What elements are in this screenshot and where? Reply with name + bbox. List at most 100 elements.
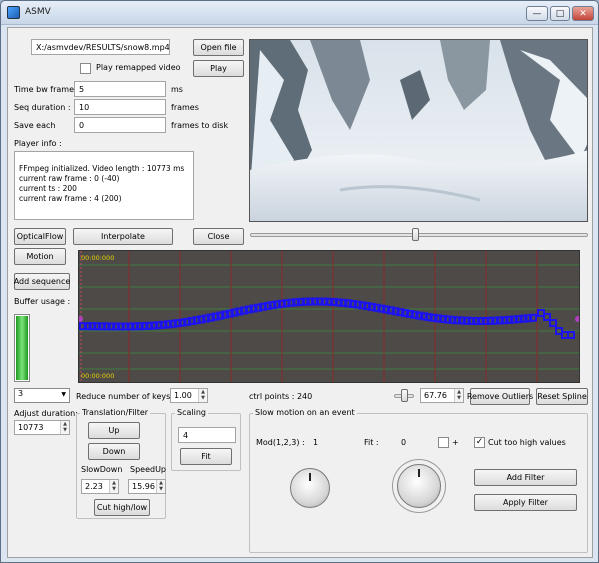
close-icon: ✕ (579, 8, 587, 19)
seq-duration-label: Seq duration : (14, 103, 71, 112)
slowdown-spinbox[interactable]: 2.23 ▲ ▼ (81, 479, 119, 494)
timeline-end-label: 00:00:000 (81, 372, 115, 380)
speedup-value: 15.96 (132, 482, 155, 491)
save-each-unit: frames to disk (171, 121, 229, 130)
video-preview (249, 39, 588, 222)
mod-label: Mod(1,2,3) : (256, 438, 305, 447)
spin-arrows-icon[interactable]: ▲ ▼ (454, 389, 463, 402)
spin-arrows-icon[interactable]: ▲ ▼ (60, 421, 69, 434)
adjust-duration-value: 10773 (18, 423, 44, 432)
fit-dial[interactable] (397, 464, 441, 508)
time-bw-frame-input[interactable]: 5 (74, 81, 166, 97)
zoom-spinbox[interactable]: 67.76 ▲ ▼ (420, 388, 464, 403)
slowdown-label: SlowDown (81, 465, 123, 474)
reduce-keys-label: Reduce number of keys by (76, 392, 183, 401)
client-area: X:/asmvdev/RESULTS/snow8.mp4 Open file P… (7, 27, 593, 558)
app-icon (7, 6, 20, 19)
mod-value: 1 (313, 438, 319, 447)
dial-marker-icon (418, 469, 420, 477)
buffer-usage-fill (16, 316, 28, 380)
player-info-line: current raw frame : 0 (-40) (19, 174, 120, 183)
motion-button[interactable]: Motion (14, 248, 66, 265)
play-remapped-label: Play remapped video (96, 63, 181, 72)
timeline-start-handle (77, 316, 83, 322)
timeline-key-point (567, 331, 575, 339)
close-window-button[interactable]: ✕ (572, 6, 594, 21)
player-info-line: current raw frame : 4 (200) (19, 194, 122, 203)
mod-dial[interactable] (290, 468, 330, 508)
video-slider-track[interactable] (250, 233, 588, 237)
cut-high-low-button[interactable]: Cut high/low (94, 499, 150, 516)
timeline-key-point (529, 313, 537, 322)
translation-filter-title: Translation/Filter (80, 408, 151, 417)
player-info-line: FFmpeg initialized. Video length : 10773… (19, 164, 185, 173)
minimize-button[interactable]: — (526, 6, 548, 21)
buffer-usage-label: Buffer usage : (14, 297, 71, 306)
save-each-input[interactable]: 0 (74, 117, 166, 133)
player-info-line: current ts : 200 (19, 184, 77, 193)
play-button[interactable]: Play (193, 60, 244, 77)
player-info-label: Player info : (14, 139, 62, 148)
title-bar[interactable]: ASMV — □ ✕ (1, 1, 598, 25)
play-remapped-checkbox[interactable] (80, 63, 91, 74)
video-slider-thumb[interactable] (412, 228, 419, 241)
timeline-key-point (549, 319, 557, 327)
optical-flow-button[interactable]: OpticalFlow (14, 228, 66, 245)
spin-arrows-icon[interactable]: ▲ ▼ (198, 389, 207, 402)
snow-forest-image (250, 40, 587, 221)
add-filter-button[interactable]: Add Filter (474, 469, 577, 486)
remove-outliers-button[interactable]: Remove Outliers (467, 388, 533, 405)
ctrl-points-label: ctrl points : 240 (249, 392, 313, 401)
reset-spline-button[interactable]: Reset Spline (536, 388, 588, 405)
scaling-title: Scaling (175, 408, 208, 417)
maximize-button[interactable]: □ (550, 6, 570, 21)
zoom-slider-thumb[interactable] (401, 389, 408, 402)
timeline-canvas[interactable] (77, 251, 581, 382)
speedup-label: SpeedUp (130, 465, 167, 474)
minimize-icon: — (532, 8, 542, 19)
fit-label: Fit : (364, 438, 379, 447)
chevron-down-icon: ▼ (61, 391, 66, 398)
fit-value: 0 (401, 438, 407, 447)
open-file-button[interactable]: Open file (193, 39, 244, 56)
down-button[interactable]: Down (88, 443, 140, 460)
timeline-end-handle (575, 316, 581, 322)
dial-marker-icon (309, 473, 311, 481)
reduce-keys-spinbox[interactable]: 1.00 ▲ ▼ (170, 388, 208, 403)
time-bw-frame-unit: ms (171, 85, 183, 94)
player-info-box: FFmpeg initialized. Video length : 10773… (14, 151, 194, 220)
main-window: ASMV — □ ✕ X:/asmvdev/RESULTS/snow8.mp4 … (0, 0, 599, 563)
buffer-usage-bar (14, 314, 30, 382)
file-path-input[interactable]: X:/asmvdev/RESULTS/snow8.mp4 (31, 39, 170, 55)
window-title: ASMV (25, 7, 51, 17)
add-sequence-button[interactable]: Add sequence (14, 273, 70, 290)
close-button[interactable]: Close (193, 228, 244, 245)
plus-label: + (452, 438, 459, 447)
checkmark-icon: ✓ (475, 437, 484, 447)
seq-duration-input[interactable]: 10 (74, 99, 166, 115)
reduce-keys-value: 1.00 (174, 391, 192, 400)
save-each-label: Save each (14, 121, 56, 130)
maximize-icon: □ (555, 8, 565, 19)
spin-arrows-icon[interactable]: ▲ ▼ (109, 480, 118, 493)
slow-motion-title: Slow motion on an event (253, 408, 357, 417)
adjust-duration-spinbox[interactable]: 10773 ▲ ▼ (14, 420, 70, 435)
plus-checkbox[interactable] (438, 437, 449, 448)
fit-button[interactable]: Fit (180, 448, 232, 465)
apply-filter-button[interactable]: Apply Filter (474, 494, 577, 511)
timeline-start-label: 00:00:000 (81, 254, 115, 262)
cut-too-high-label: Cut too high values (488, 438, 566, 447)
cut-too-high-checkbox[interactable]: ✓ (474, 437, 485, 448)
scaling-input[interactable]: 4 (178, 427, 236, 443)
spin-arrows-icon[interactable]: ▲ ▼ (156, 480, 165, 493)
timeline-curve-editor[interactable]: 00:00:000 00:00:000 (77, 250, 581, 383)
slowdown-value: 2.23 (85, 482, 103, 491)
up-button[interactable]: Up (88, 422, 140, 439)
keys-combo[interactable]: 3 ▼ (14, 388, 70, 403)
adjust-duration-label: Adjust duration: (14, 409, 78, 418)
interpolate-button[interactable]: Interpolate (73, 228, 173, 245)
time-bw-frame-label: Time bw frame : (14, 85, 80, 94)
seq-duration-unit: frames (171, 103, 199, 112)
keys-combo-value: 3 (18, 389, 24, 398)
speedup-spinbox[interactable]: 15.96 ▲ ▼ (128, 479, 166, 494)
